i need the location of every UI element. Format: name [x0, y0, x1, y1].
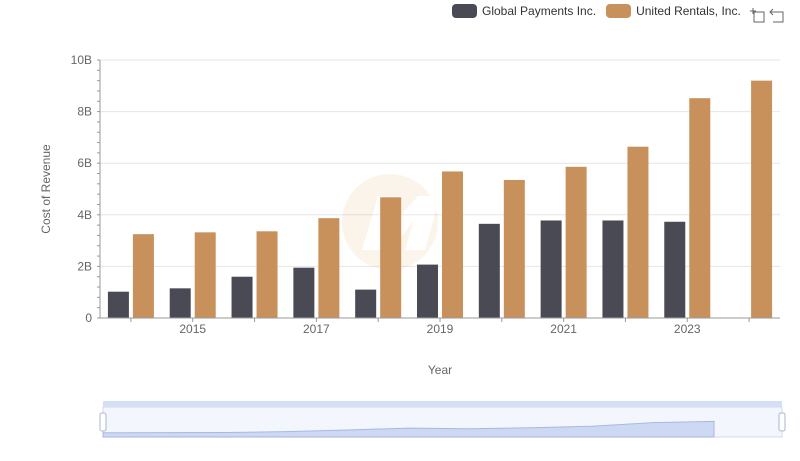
chart: 0 2B 4B 6B 8B 10B 2015 2017 2019 2021 2023 Cost of…	[39, 53, 786, 438]
bar-united-rentals-inc--2017	[318, 218, 340, 318]
y-axis-title: Cost of Revenue	[39, 144, 53, 234]
y-tick-label: 2B	[77, 259, 92, 273]
legend-swatch	[452, 4, 477, 18]
bar-united-rentals-inc--2021	[565, 166, 587, 318]
restore-icon[interactable]	[768, 6, 786, 24]
bar-united-rentals-inc--2016	[256, 231, 278, 318]
bar-global-payments-inc--2018	[355, 289, 377, 318]
x-tick-label: 2023	[674, 322, 701, 336]
bar-global-payments-inc--2021	[540, 220, 562, 318]
bar-global-payments-inc--2020	[478, 223, 500, 318]
toolbox	[746, 6, 786, 24]
y-tick-label: 8B	[77, 105, 92, 119]
legend: Global Payments Inc. United Rentals, Inc…	[452, 4, 751, 18]
bar-global-payments-inc--2016	[231, 276, 253, 318]
x-tick-label: 2015	[179, 322, 206, 336]
bar-united-rentals-inc--2024	[751, 80, 773, 318]
bar-united-rentals-inc--2020	[503, 179, 525, 318]
bar-united-rentals-inc--2015	[194, 232, 216, 318]
zoom-handle-bar	[103, 401, 782, 407]
bar-global-payments-inc--2017	[293, 267, 315, 318]
y-tick-label: 6B	[77, 156, 92, 170]
bar-united-rentals-inc--2022	[627, 146, 649, 318]
x-tick-label: 2019	[427, 322, 454, 336]
x-tick-label: 2021	[550, 322, 577, 336]
y-tick-label: 4B	[77, 208, 92, 222]
bar-united-rentals-inc--2014	[132, 234, 154, 318]
bar-global-payments-inc--2019	[417, 264, 438, 318]
bar-united-rentals-inc--2023	[689, 98, 711, 319]
legend-swatch	[606, 4, 632, 18]
legend-item-global-payments[interactable]: Global Payments Inc.	[452, 4, 596, 18]
legend-label: Global Payments Inc.	[482, 4, 597, 18]
zoom-handle-left	[99, 412, 107, 432]
x-axis-title: Year	[428, 363, 452, 377]
y-tick-label: 10B	[71, 53, 92, 67]
legend-item-united-rentals[interactable]: United Rentals, Inc.	[606, 4, 741, 18]
bar-global-payments-inc--2014	[107, 291, 129, 318]
bar-global-payments-inc--2023	[664, 221, 686, 318]
bar-united-rentals-inc--2018	[380, 197, 402, 318]
x-tick-label: 2017	[303, 322, 330, 336]
bar-united-rentals-inc--2019	[442, 171, 463, 318]
bar-global-payments-inc--2022	[602, 220, 624, 318]
bar-global-payments-inc--2015	[169, 288, 191, 318]
zoom-handle-right	[778, 412, 786, 432]
y-tick-label: 0	[85, 311, 92, 325]
data-zoom-slider[interactable]	[99, 401, 786, 438]
zoom-icon[interactable]	[748, 6, 766, 24]
bars	[107, 80, 773, 319]
legend-label: United Rentals, Inc.	[636, 4, 741, 18]
